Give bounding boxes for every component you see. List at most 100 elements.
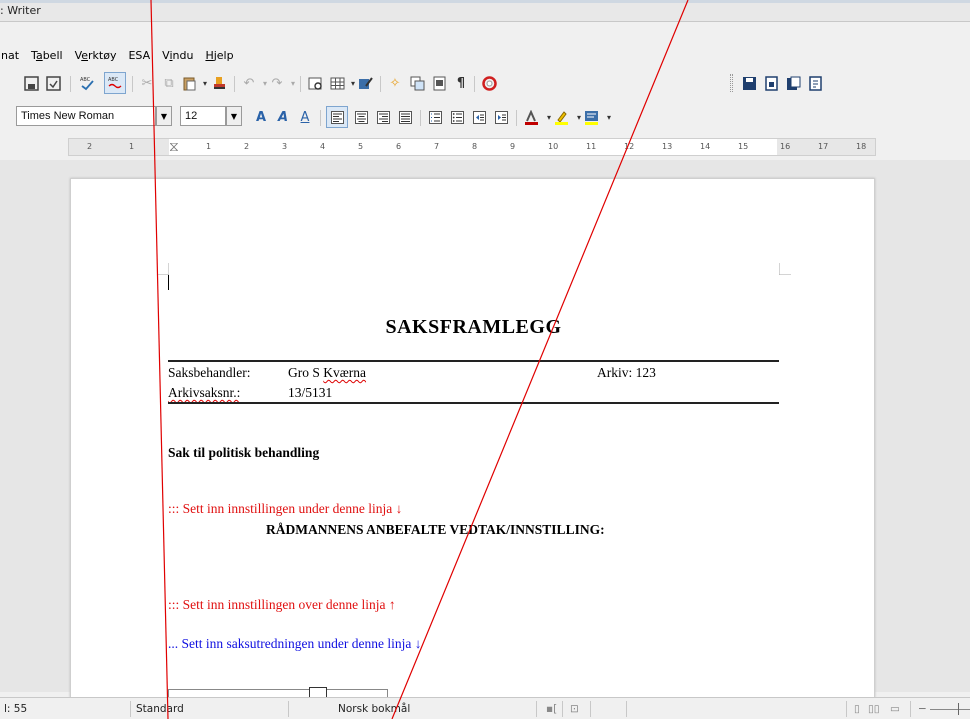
insert-mode-icon[interactable]: ▪[ — [546, 703, 557, 715]
clone-formatting-icon[interactable] — [210, 74, 228, 92]
numbering-icon[interactable] — [426, 108, 444, 126]
red-instruction-line-1: ::: Sett inn innstillingen under denne l… — [168, 501, 403, 516]
ruler-label: 11 — [586, 142, 597, 151]
toolbar-separator — [300, 76, 301, 92]
horizontal-rule-top — [168, 360, 779, 362]
justify-icon[interactable] — [396, 108, 414, 126]
ruler-label: 14 — [700, 142, 711, 151]
book-view-icon[interactable]: ▭ — [890, 703, 900, 715]
gallery-icon[interactable] — [408, 74, 426, 92]
underline-icon[interactable]: A — [296, 108, 314, 126]
standard-toolbar: ABC ABC ✂ ⧉ ▾ ↶ ▾ ↷ ▾ ▾ ✧ ¶ — [0, 70, 970, 98]
ruler-label: 18 — [856, 142, 867, 151]
bullets-icon[interactable] — [448, 108, 466, 126]
toolbar-handle[interactable] — [730, 74, 733, 92]
background-color-icon[interactable] — [582, 108, 600, 126]
export-pdf-icon[interactable] — [44, 74, 62, 92]
ruler-label: 8 — [472, 142, 478, 151]
multi-page-view-icon[interactable]: ▯▯ — [868, 703, 880, 715]
ruler-label: 16 — [780, 142, 791, 151]
ruler-label: 12 — [624, 142, 635, 151]
ruler-label: 3 — [282, 142, 288, 151]
status-separator — [536, 701, 537, 717]
font-size-dropdown-icon[interactable]: ▼ — [226, 106, 242, 126]
ruler-label: 1 — [129, 142, 135, 151]
status-separator — [910, 701, 911, 717]
font-color-icon[interactable] — [522, 108, 540, 126]
status-separator — [846, 701, 847, 717]
esa-close-icon[interactable] — [806, 74, 824, 92]
save-icon[interactable] — [22, 74, 40, 92]
status-separator — [626, 701, 627, 717]
menu-format[interactable]: nat — [0, 46, 20, 66]
find-replace-icon[interactable]: ✧ — [386, 74, 404, 92]
zoom-slider[interactable] — [930, 709, 970, 710]
status-separator — [130, 701, 131, 717]
toolbar-separator — [420, 110, 421, 126]
page-style[interactable]: Standard — [136, 703, 184, 715]
toolbar-separator — [380, 76, 381, 92]
align-center-icon[interactable] — [352, 108, 370, 126]
page-indicator[interactable]: l: 55 — [4, 703, 27, 715]
increase-indent-icon[interactable] — [492, 108, 510, 126]
menu-vindu[interactable]: Vindu — [161, 46, 194, 66]
language-indicator[interactable]: Norsk bokmål — [338, 703, 410, 715]
corner-mark-top-left — [157, 263, 169, 275]
ruler-left-margin — [69, 139, 169, 155]
horizontal-rule-bottom — [168, 402, 779, 404]
status-bar: l: 55 Standard Norsk bokmål ▪[ ⊡ ▯ ▯▯ ▭ … — [0, 697, 970, 719]
font-name-dropdown-icon[interactable]: ▼ — [156, 106, 172, 126]
toolbar-separator — [132, 76, 133, 92]
text-cursor — [168, 275, 169, 290]
spellcheck-icon[interactable]: ABC — [78, 74, 96, 92]
svg-text:ABC: ABC — [80, 77, 91, 83]
ruler-label: 6 — [396, 142, 402, 151]
zoom-slider-handle[interactable] — [958, 703, 959, 715]
section-heading: Sak til politisk behandling — [168, 445, 320, 460]
data-sources-icon[interactable] — [430, 74, 448, 92]
italic-icon[interactable]: A — [274, 108, 292, 126]
single-page-view-icon[interactable]: ▯ — [854, 703, 860, 715]
ruler-label: 2 — [244, 142, 250, 151]
indent-marker-icon[interactable]: ⧖ — [169, 139, 179, 155]
title-bar: : Writer — [0, 0, 970, 22]
zoom-out-icon[interactable]: − — [918, 703, 927, 715]
ruler-label: 15 — [738, 142, 749, 151]
align-right-icon[interactable] — [374, 108, 392, 126]
selection-mode-icon[interactable]: ⊡ — [570, 703, 579, 715]
decrease-indent-icon[interactable] — [470, 108, 488, 126]
font-name-input[interactable]: Times New Roman — [16, 106, 156, 126]
background-color-dropdown-icon[interactable]: ▾ — [600, 108, 618, 126]
arkivsaksnr-label: Arkivsaksnr.: — [168, 385, 241, 400]
esa-document-icon[interactable] — [762, 74, 780, 92]
document-page[interactable]: SAKSFRAMLEGG Saksbehandler: Gro S Kværna… — [70, 178, 875, 698]
ruler-label: 13 — [662, 142, 673, 151]
ruler-label: 5 — [358, 142, 364, 151]
horizontal-ruler[interactable]: 2 1 ⧖ 1 2 3 4 5 6 7 8 9 10 11 12 13 14 1… — [68, 138, 876, 156]
blue-instruction-line: ... Sett inn saksutredningen under denne… — [168, 636, 422, 651]
toolbar-separator — [474, 76, 475, 92]
toolbar-separator — [234, 76, 235, 92]
menu-esa[interactable]: ESA — [127, 46, 151, 66]
cut-icon[interactable]: ✂ — [138, 74, 156, 92]
help-icon[interactable] — [480, 74, 498, 92]
esa-save-icon[interactable] — [740, 74, 758, 92]
copy-icon[interactable]: ⧉ — [160, 74, 178, 92]
autospellcheck-icon[interactable]: ABC — [104, 72, 126, 94]
menu-tabell[interactable]: Tabell — [30, 46, 64, 66]
status-separator — [562, 701, 563, 717]
ruler-label: 7 — [434, 142, 440, 151]
font-size-input[interactable]: 12 — [180, 106, 226, 126]
menu-hjelp[interactable]: Hjelp — [204, 46, 234, 66]
bold-icon[interactable]: A — [252, 108, 270, 126]
esa-merge-icon[interactable] — [784, 74, 802, 92]
formatting-marks-icon[interactable]: ¶ — [452, 74, 470, 92]
show-draw-functions-icon[interactable] — [356, 74, 374, 92]
navigator-icon[interactable] — [306, 74, 324, 92]
highlighting-icon[interactable] — [552, 108, 570, 126]
toolbar-separator — [70, 76, 71, 92]
saksbehandler-label: Saksbehandler: — [168, 365, 251, 380]
menu-verktoy[interactable]: Verktøy — [74, 46, 118, 66]
align-left-icon[interactable] — [326, 106, 348, 128]
status-separator — [288, 701, 289, 717]
